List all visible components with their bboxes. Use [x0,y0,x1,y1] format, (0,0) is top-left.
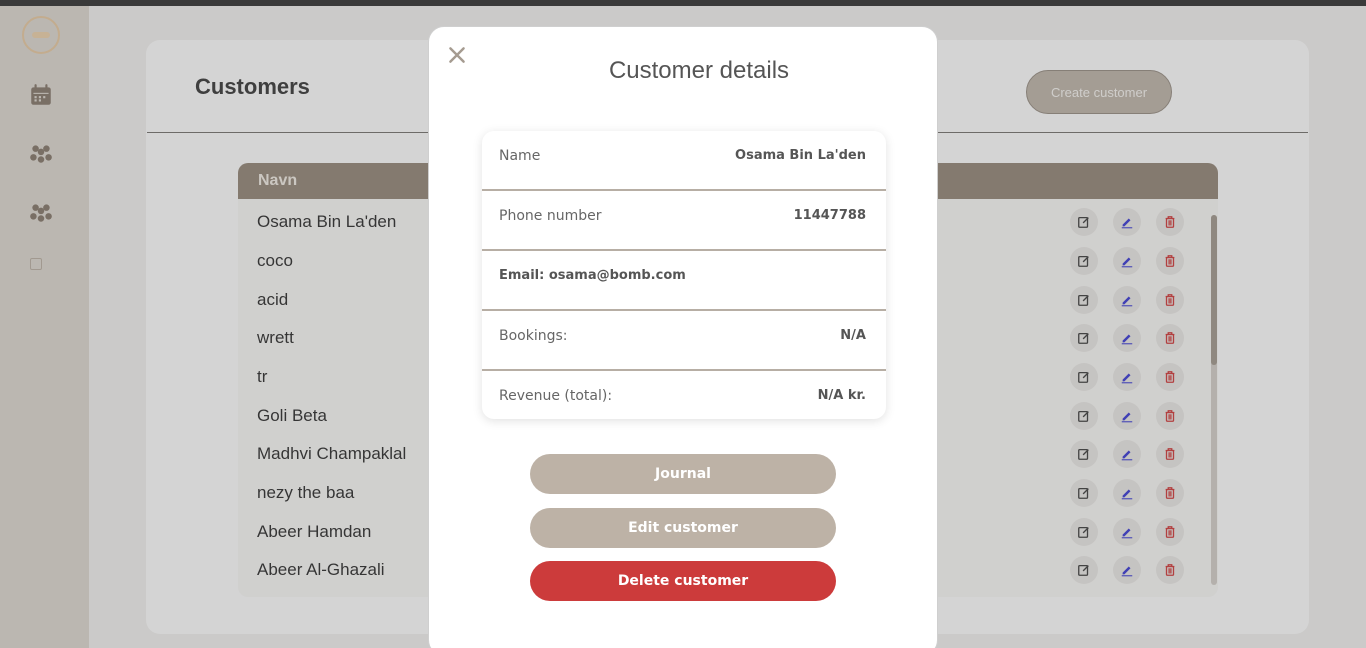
phone-label: Phone number [499,208,602,224]
email-text: Email: osama@bomb.com [499,268,686,283]
detail-row-phone: Phone number 11447788 [482,191,886,251]
modal-title: Customer details [608,57,790,84]
journal-button[interactable]: Journal [530,454,836,494]
detail-row-email: Email: osama@bomb.com [482,251,886,311]
edit-customer-button[interactable]: Edit customer [530,508,836,548]
bookings-label: Bookings: [499,328,568,344]
detail-row-bookings: Bookings: N/A [482,311,886,371]
revenue-label: Revenue (total): [499,388,613,404]
phone-value: 11447788 [793,208,866,223]
bookings-value: N/A [840,328,866,343]
details-card: Name Osama Bin La'den Phone number 11447… [482,131,886,419]
revenue-value: N/A kr. [817,388,866,403]
delete-customer-button[interactable]: Delete customer [530,561,836,601]
customer-details-modal: Customer details Name Osama Bin La'den P… [428,26,938,648]
detail-row-revenue: Revenue (total): N/A kr. [482,371,886,431]
name-value: Osama Bin La'den [735,148,866,163]
detail-row-name: Name Osama Bin La'den [482,131,886,191]
name-label: Name [499,148,541,164]
